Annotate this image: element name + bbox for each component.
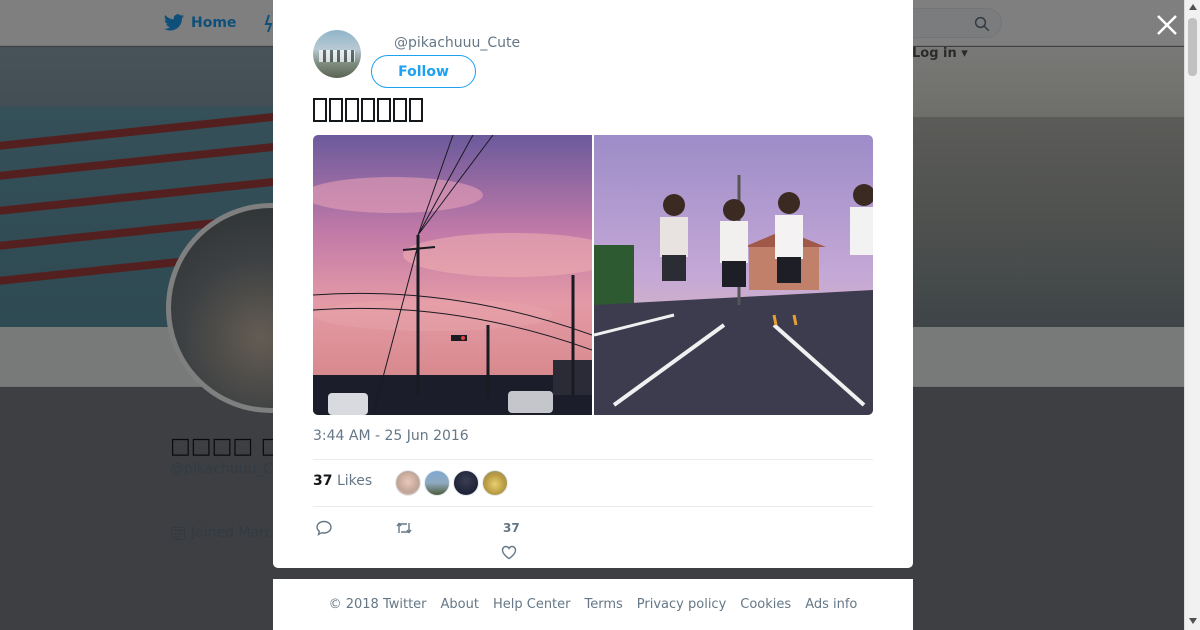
tweet-text-glyph <box>329 97 343 122</box>
scroll-down-arrow[interactable] <box>1189 618 1197 624</box>
tweet-text-glyph <box>409 97 423 122</box>
page-scrollbar[interactable] <box>1184 0 1200 630</box>
follow-button[interactable]: Follow <box>371 55 476 88</box>
footer-link[interactable]: About <box>441 597 479 612</box>
footer-link[interactable]: Terms <box>585 597 623 612</box>
scrollbar-thumb[interactable] <box>1188 18 1197 76</box>
jumping-photo-image <box>594 135 873 415</box>
footer-link[interactable]: Help Center <box>493 597 571 612</box>
likes-stat[interactable]: 37 Likes <box>313 473 372 489</box>
tweet-text <box>313 93 425 124</box>
tweet-author-handle[interactable]: @pikachuuu_Cute <box>394 35 520 51</box>
reply-icon <box>316 520 332 536</box>
retweet-icon <box>396 522 412 534</box>
tweet-media <box>313 135 873 415</box>
tweet-text-glyph <box>377 97 391 122</box>
like-count: 37 <box>503 521 520 535</box>
likes-count: 37 <box>313 473 333 489</box>
tweet-text-glyph <box>361 97 375 122</box>
close-button[interactable] <box>1154 12 1180 38</box>
footer-link[interactable]: Privacy policy <box>637 597 726 612</box>
likes-label: Likes <box>336 473 373 489</box>
stats-bottom-divider <box>313 506 873 507</box>
sunset-photo-image <box>313 135 592 415</box>
tweet-timestamp[interactable]: 3:44 AM - 25 Jun 2016 <box>313 428 469 444</box>
close-icon <box>1157 15 1177 35</box>
like-button[interactable] <box>500 543 518 565</box>
heart-icon <box>501 545 517 560</box>
retweet-button[interactable] <box>395 519 413 541</box>
liker-avatar[interactable] <box>395 470 421 496</box>
footer-link[interactable]: Ads info <box>805 597 857 612</box>
stats-top-divider <box>313 459 873 460</box>
liker-avatar[interactable] <box>453 470 479 496</box>
tweet-text-glyph <box>313 97 327 122</box>
tweet-author-avatar[interactable] <box>313 30 361 78</box>
tweet-text-glyph <box>345 97 359 122</box>
footer: © 2018 Twitter About Help Center Terms Priva… <box>273 579 913 630</box>
liker-avatars <box>395 470 508 496</box>
tweet-actions: 37 <box>313 515 613 560</box>
tweet-modal: @pikachuuu_Cute Follow 3:44 AM - 25 Jun … <box>273 0 913 568</box>
tweet-text-glyph <box>393 97 407 122</box>
footer-link: © 2018 Twitter <box>328 597 427 612</box>
liker-avatar[interactable] <box>424 470 450 496</box>
liker-avatar[interactable] <box>482 470 508 496</box>
scroll-up-arrow[interactable] <box>1189 4 1197 10</box>
tweet-photo-jumping[interactable] <box>594 135 873 415</box>
reply-button[interactable] <box>315 519 333 541</box>
tweet-photo-sunset[interactable] <box>313 135 592 415</box>
footer-link[interactable]: Cookies <box>740 597 791 612</box>
